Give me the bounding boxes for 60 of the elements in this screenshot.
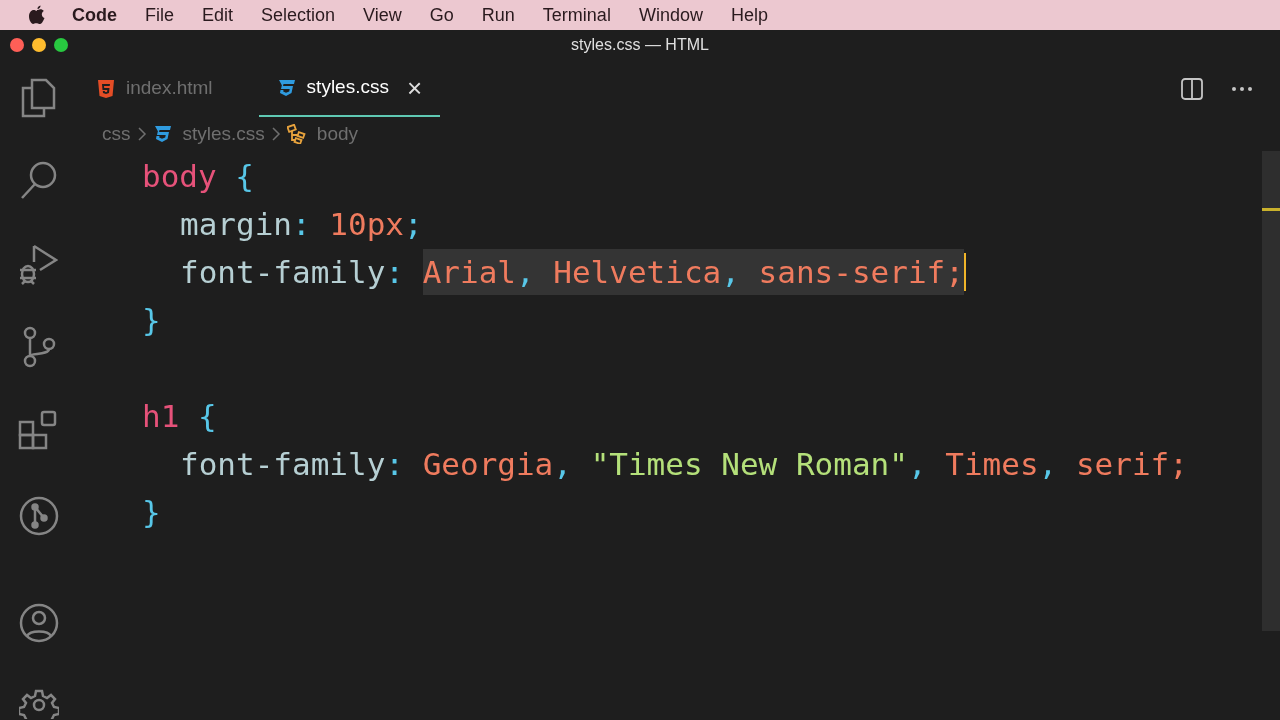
- code-token: Georgia: [422, 444, 554, 484]
- window-title: styles.css — HTML: [570, 35, 710, 55]
- git-graph-icon[interactable]: [19, 496, 59, 536]
- minimize-window-button[interactable]: [32, 38, 46, 52]
- code-token: margin: [180, 204, 292, 244]
- code-token: Times: [945, 444, 1039, 484]
- code-token: {: [197, 396, 217, 436]
- menu-item[interactable]: Run: [481, 1, 515, 29]
- code-token: font-family: [180, 252, 386, 292]
- code-token: sans-serif;: [758, 248, 964, 296]
- code-token: ;: [403, 204, 423, 244]
- code-token: "Times New Roman": [590, 444, 908, 484]
- css-file-icon: [152, 124, 173, 144]
- chevron-right-icon: [136, 127, 147, 141]
- menu-item[interactable]: Window: [638, 1, 703, 29]
- code-token: }: [142, 300, 161, 340]
- code-token: font-family: [180, 444, 386, 484]
- code-token: :: [385, 252, 405, 292]
- close-window-button[interactable]: [10, 38, 24, 52]
- split-editor-icon[interactable]: [1181, 78, 1203, 100]
- code-token: body: [142, 156, 217, 196]
- code-token: :: [292, 204, 312, 244]
- code-token: :: [385, 444, 405, 484]
- source-control-icon[interactable]: [22, 326, 56, 368]
- apple-icon[interactable]: [28, 5, 46, 25]
- close-tab-button[interactable]: ×: [406, 74, 423, 101]
- code-token: ,: [553, 444, 573, 484]
- account-icon[interactable]: [19, 603, 59, 643]
- code-token: }: [142, 492, 161, 532]
- code-token: h1: [142, 396, 180, 436]
- code-token: ,: [907, 444, 928, 484]
- menu-item[interactable]: File: [145, 1, 174, 29]
- extensions-icon[interactable]: [18, 410, 58, 450]
- chevron-right-icon: [270, 127, 281, 141]
- zoom-window-button[interactable]: [54, 38, 68, 52]
- run-debug-icon[interactable]: [18, 244, 58, 286]
- menu-item[interactable]: Terminal: [542, 1, 611, 29]
- scrollbar[interactable]: [1262, 151, 1280, 631]
- html-file-icon: [96, 78, 116, 99]
- code-token: 10px: [329, 204, 404, 244]
- menu-item[interactable]: Edit: [202, 1, 234, 29]
- more-actions-icon[interactable]: [1231, 86, 1253, 92]
- symbol-structure-icon: [286, 124, 307, 144]
- files-icon[interactable]: [20, 78, 56, 118]
- menu-item[interactable]: View: [363, 1, 402, 29]
- search-icon[interactable]: [20, 160, 58, 200]
- code-token: {: [234, 156, 254, 196]
- menu-item[interactable]: Help: [730, 1, 768, 29]
- code-token: ,: [515, 248, 554, 296]
- menu-item[interactable]: Go: [429, 1, 454, 29]
- code-token: ,: [721, 248, 759, 296]
- app-menu[interactable]: Code: [72, 1, 117, 29]
- cursor-marker: [1262, 208, 1280, 211]
- editor-tab[interactable]: styles.css ×: [258, 60, 441, 117]
- code-token: ,: [1038, 444, 1059, 484]
- css-file-icon: [276, 77, 297, 98]
- code-token: Arial: [422, 248, 516, 296]
- code-token: Helvetica: [553, 248, 722, 296]
- code-token: serif;: [1075, 444, 1188, 484]
- menu-item[interactable]: Selection: [261, 1, 336, 29]
